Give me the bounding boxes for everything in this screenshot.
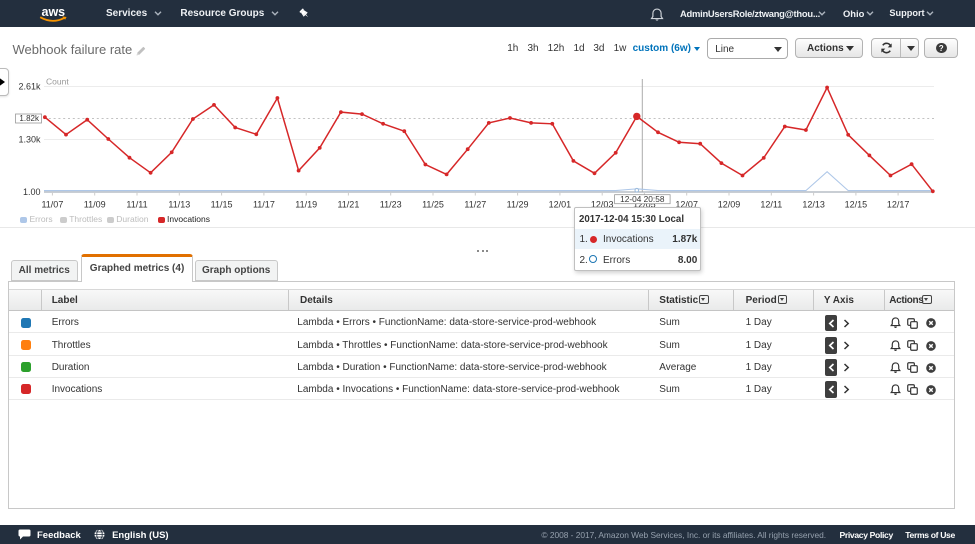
svg-text:1.00: 1.00 — [23, 187, 41, 197]
svg-text:11/17: 11/17 — [253, 200, 275, 210]
svg-text:11/09: 11/09 — [84, 200, 106, 210]
svg-text:12/13: 12/13 — [802, 200, 825, 210]
svg-text:12/09: 12/09 — [718, 200, 741, 210]
svg-text:Count: Count — [46, 76, 69, 86]
svg-text:12/15: 12/15 — [845, 200, 868, 210]
svg-text:12/01: 12/01 — [549, 200, 572, 210]
svg-text:2.61k: 2.61k — [18, 82, 41, 92]
svg-text:12/17: 12/17 — [887, 200, 910, 210]
svg-text:12-04 20:58: 12-04 20:58 — [620, 194, 665, 204]
svg-text:11/13: 11/13 — [168, 200, 190, 210]
svg-text:1.30k: 1.30k — [18, 135, 41, 145]
svg-text:11/25: 11/25 — [422, 200, 444, 210]
svg-text:11/27: 11/27 — [464, 200, 486, 210]
svg-text:11/15: 11/15 — [211, 200, 233, 210]
svg-text:11/21: 11/21 — [337, 200, 359, 210]
svg-text:11/11: 11/11 — [126, 200, 147, 210]
svg-text:11/29: 11/29 — [507, 200, 529, 210]
svg-text:1.82k: 1.82k — [19, 114, 40, 123]
svg-text:12/11: 12/11 — [760, 200, 782, 210]
svg-text:11/23: 11/23 — [380, 200, 402, 210]
svg-text:11/19: 11/19 — [295, 200, 317, 210]
svg-text:11/07: 11/07 — [41, 200, 63, 210]
